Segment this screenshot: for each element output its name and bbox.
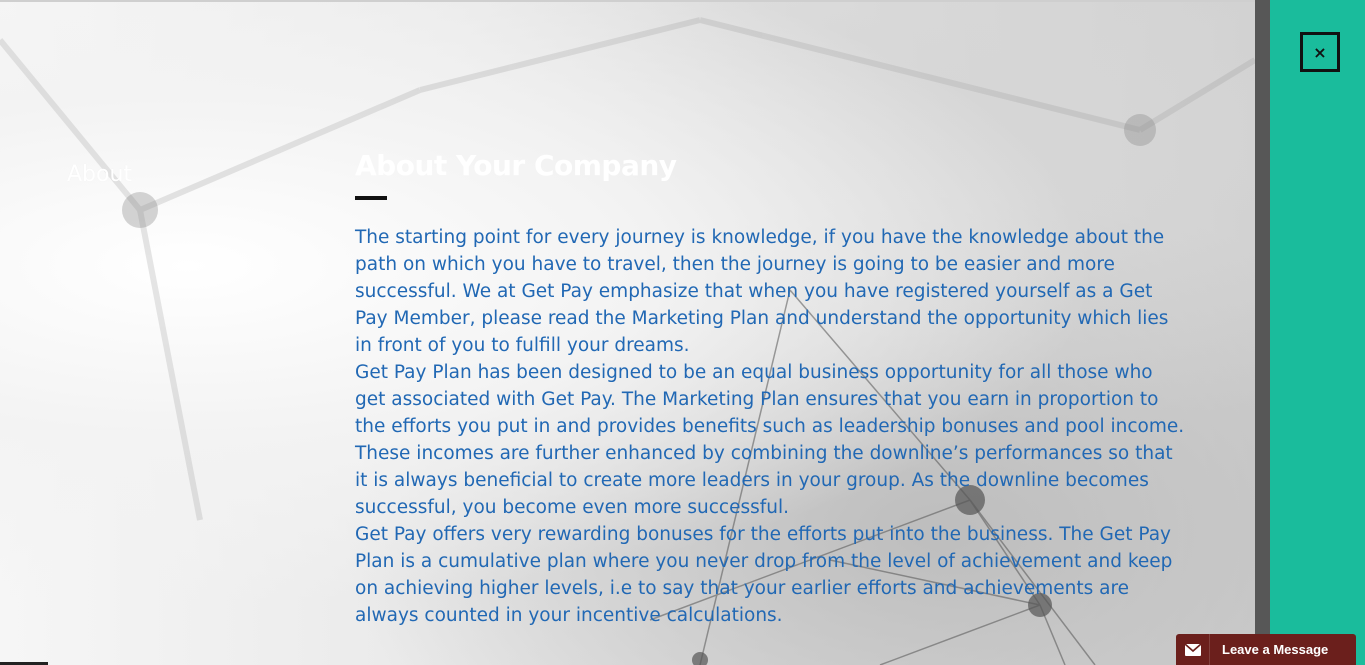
leave-message-button[interactable]: Leave a Message — [1176, 634, 1356, 665]
top-divider — [0, 0, 1255, 2]
section-nav-about[interactable]: About — [67, 162, 132, 187]
close-button[interactable]: × — [1300, 32, 1340, 72]
leave-message-label: Leave a Message — [1222, 642, 1329, 657]
mail-icon — [1176, 634, 1210, 665]
page-title: About Your Company — [355, 149, 677, 182]
title-underline — [355, 196, 387, 200]
paragraph: The starting point for every journey is … — [355, 227, 1169, 356]
about-body: The starting point for every journey is … — [355, 224, 1185, 629]
panel-edge — [1255, 0, 1270, 665]
close-icon: × — [1313, 42, 1327, 62]
about-section: About Your Company The starting point fo… — [355, 148, 1195, 629]
paragraph: Get Pay offers very rewarding bonuses fo… — [355, 524, 1173, 626]
side-panel — [1270, 0, 1365, 665]
paragraph: Get Pay Plan has been designed to be an … — [355, 362, 1185, 518]
